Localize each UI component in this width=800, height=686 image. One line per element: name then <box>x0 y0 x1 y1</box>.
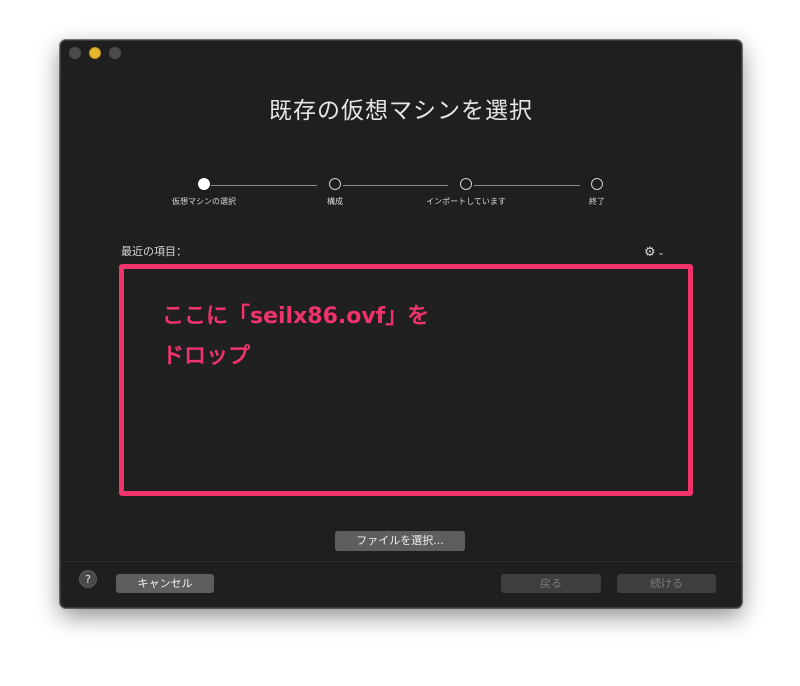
gear-icon: ⚙ <box>644 245 656 260</box>
step-1-label: 仮想マシンの選択 <box>172 197 236 206</box>
progress-steps: 仮想マシンの選択 構成 インポートしています 終了 <box>61 178 741 238</box>
continue-button[interactable]: 続ける <box>617 574 716 593</box>
footer-divider <box>61 561 741 562</box>
back-button[interactable]: 戻る <box>501 574 601 593</box>
step-3-indicator <box>460 178 472 190</box>
drop-target-area[interactable]: ここに「seilx86.ovf」を ドロップ <box>119 264 693 496</box>
step-connector <box>343 185 448 186</box>
dialog-title: 既存の仮想マシンを選択 <box>269 98 533 124</box>
recent-items-label: 最近の項目： <box>121 245 187 258</box>
gear-menu-button[interactable]: ⚙ ⌄ <box>644 246 664 260</box>
close-window-button[interactable] <box>69 47 81 59</box>
minimize-window-button[interactable] <box>89 47 101 59</box>
step-2-indicator <box>329 178 341 190</box>
step-4-label: 終了 <box>589 197 605 206</box>
step-connector <box>474 185 580 186</box>
chevron-down-icon: ⌄ <box>657 248 665 257</box>
step-3-label: インポートしています <box>426 197 506 206</box>
import-vm-window: 既存の仮想マシンを選択 仮想マシンの選択 構成 インポートしています 終了 最近… <box>60 40 742 608</box>
window-controls <box>69 47 121 59</box>
step-1-indicator <box>198 178 210 190</box>
zoom-window-button[interactable] <box>109 47 121 59</box>
drop-instruction-annotation: ここに「seilx86.ovf」を ドロップ <box>162 304 430 369</box>
cancel-button[interactable]: キャンセル <box>116 574 214 593</box>
step-connector <box>211 185 317 186</box>
help-icon[interactable]: ? <box>79 570 97 588</box>
step-4-indicator <box>591 178 603 190</box>
choose-file-button[interactable]: ファイルを選択... <box>335 531 465 551</box>
step-2-label: 構成 <box>327 197 343 206</box>
